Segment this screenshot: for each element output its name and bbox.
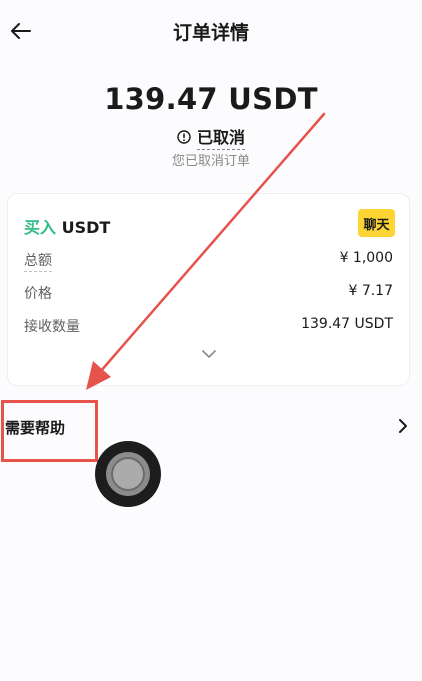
status-label[interactable]: 已取消 (196, 124, 245, 150)
order-card: 买入 USDT 聊天 总额 ¥ 1,000 价格 ¥ 7.17 接收数量 139… (7, 193, 410, 386)
row-value: ¥ 1,000 (339, 250, 393, 266)
status-description: 您已取消订单 (171, 154, 250, 169)
order-status: 已取消 (0, 124, 422, 150)
row-value: ¥ 7.17 (348, 283, 393, 299)
asset-label: USDT (61, 218, 111, 237)
page-title: 订单详情 (172, 22, 249, 44)
info-circle-icon (177, 130, 191, 144)
expand-button[interactable] (8, 350, 409, 359)
touch-indicator (95, 441, 161, 507)
side-label: 买入 (24, 218, 57, 237)
row-label: 接收数量 (24, 319, 80, 335)
row-label: 价格 (24, 286, 52, 302)
order-type: 买入 USDT (24, 214, 110, 238)
row-label: 总额 (24, 250, 52, 272)
annotation-highlight-box (1, 400, 98, 462)
row-value: 139.47 USDT (301, 316, 393, 332)
detail-row-total: 总额 ¥ 1,000 (24, 250, 393, 272)
header: 订单详情 (0, 0, 422, 64)
detail-row-price: 价格 ¥ 7.17 (24, 283, 393, 304)
detail-row-received: 接收数量 139.47 USDT (24, 316, 393, 337)
chat-button[interactable]: 聊天 (358, 209, 395, 237)
chevron-right-icon (399, 419, 407, 433)
order-amount: 139.47 USDT (104, 82, 318, 116)
chevron-down-icon (201, 350, 216, 358)
